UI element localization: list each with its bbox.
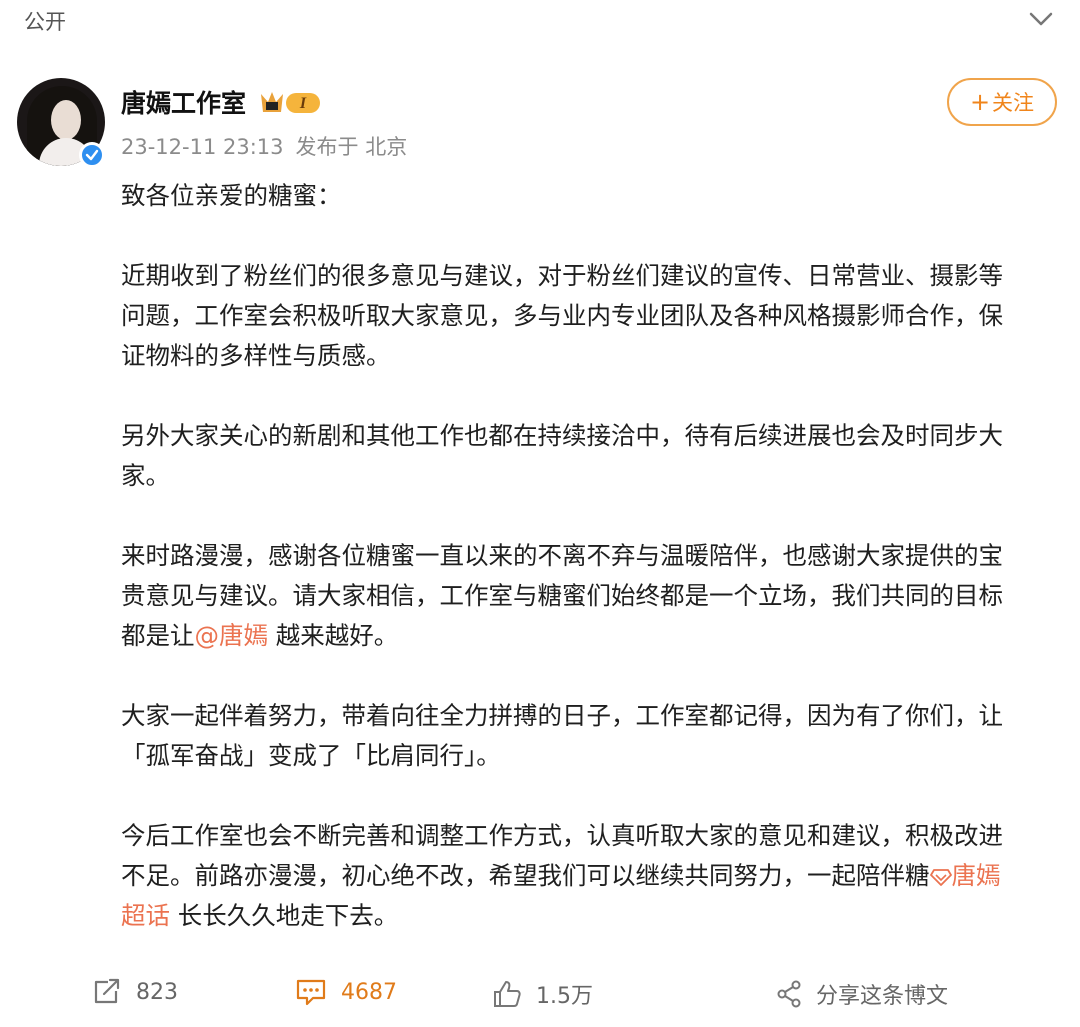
chevron-down-icon[interactable] [1026, 6, 1056, 32]
body-line: 问题，工作室会积极听取大家意见，多与业内专业团队及各种风格摄影师合作，保 [121, 301, 1003, 330]
body-line [121, 216, 1063, 256]
body-line [121, 376, 1063, 416]
repost-count: 823 [136, 979, 178, 1005]
repost-icon [94, 978, 120, 1004]
mention-link[interactable]: @唐嫣 [195, 621, 269, 650]
body-line [121, 776, 1063, 816]
comment-icon [296, 979, 326, 1006]
body-line: 贵意见与建议。请大家相信，工作室与糖蜜们始终都是一个立场，我们共同的目标 [121, 581, 1003, 610]
share-button[interactable]: 分享这条博文 [776, 978, 948, 1010]
mention-prefix: 都是让 [121, 621, 195, 650]
like-button[interactable]: 1.5万 [492, 978, 593, 1010]
body-line: 家。 [121, 461, 170, 490]
body-line: 来时路漫漫，感谢各位糖蜜一直以来的不离不弃与温暖陪伴，也感谢大家提供的宝 [121, 541, 1003, 570]
follow-button[interactable]: + 关注 [947, 78, 1057, 126]
body-line: 近期收到了粉丝们的很多意见与建议，对于粉丝们建议的宣传、日常营业、摄影等 [121, 261, 1003, 290]
visibility-label: 公开 [24, 10, 66, 34]
plus-icon: + [969, 88, 991, 116]
topic-suffix: 长长久久地走下去。 [170, 901, 399, 930]
vip-crown-icon: I [261, 92, 320, 113]
follow-label: 关注 [992, 91, 1035, 115]
share-label: 分享这条博文 [816, 984, 949, 1009]
verified-badge-icon [79, 142, 105, 168]
super-topic-diamond-icon [929, 869, 952, 886]
topic-prefix: 不足。前路亦漫漫，初心绝不改，希望我们可以继续共同努力，一起陪伴糖 [121, 861, 930, 890]
thumbs-up-icon [494, 981, 521, 1007]
body-line [121, 496, 1063, 536]
post-timestamp[interactable]: 23-12-11 23:13 [121, 135, 284, 159]
body-line-topic: 不足。前路亦漫漫，初心绝不改，希望我们可以继续共同努力，一起陪伴糖 唐嫣 [121, 856, 1063, 896]
share-icon [777, 980, 801, 1008]
post-location: 发布于 北京 [295, 135, 408, 159]
comment-button[interactable]: 4687 [295, 978, 397, 1006]
body-line-topic-cont: 超话 长长久久地走下去。 [121, 896, 1063, 936]
body-line-mention: 都是让@唐嫣 越来越好。 [121, 616, 1063, 656]
action-bar: 823 4687 1.5万 分享这条博文 [0, 970, 1080, 1020]
body-line: 证物料的多样性与质感。 [121, 341, 391, 370]
super-topic-link-cont[interactable]: 超话 [121, 901, 170, 930]
repost-button[interactable]: 823 [92, 978, 178, 1006]
body-line: 大家一起伴着努力，带着向往全力拼搏的日子，工作室都记得，因为有了你们，让 [121, 701, 1003, 730]
comment-count: 4687 [341, 979, 397, 1005]
body-line [121, 656, 1063, 696]
like-count: 1.5万 [536, 984, 593, 1009]
body-line: 另外大家关心的新剧和其他工作也都在持续接洽中，待有后续进展也会及时同步大 [121, 421, 1003, 450]
top-bar: 公开 [0, 0, 1080, 42]
post-meta: 23-12-11 23:13 发布于 北京 [121, 131, 407, 161]
avatar-face [51, 100, 81, 140]
body-line: 「孤军奋战」变成了「比肩同行」。 [121, 741, 501, 770]
body-line: 今后工作室也会不断完善和调整工作方式，认真听取大家的意见和建议，积极改进 [121, 821, 1003, 850]
mention-suffix: 越来越好。 [268, 621, 399, 650]
body-line: 致各位亲爱的糖蜜： [121, 181, 342, 210]
super-topic-link[interactable]: 唐嫣 [952, 861, 1001, 890]
post-body: 致各位亲爱的糖蜜： 近期收到了粉丝们的很多意见与建议，对于粉丝们建议的宣传、日常… [121, 176, 1063, 936]
vip-level: I [299, 95, 307, 112]
author-name[interactable]: 唐嫣工作室 [121, 84, 246, 120]
